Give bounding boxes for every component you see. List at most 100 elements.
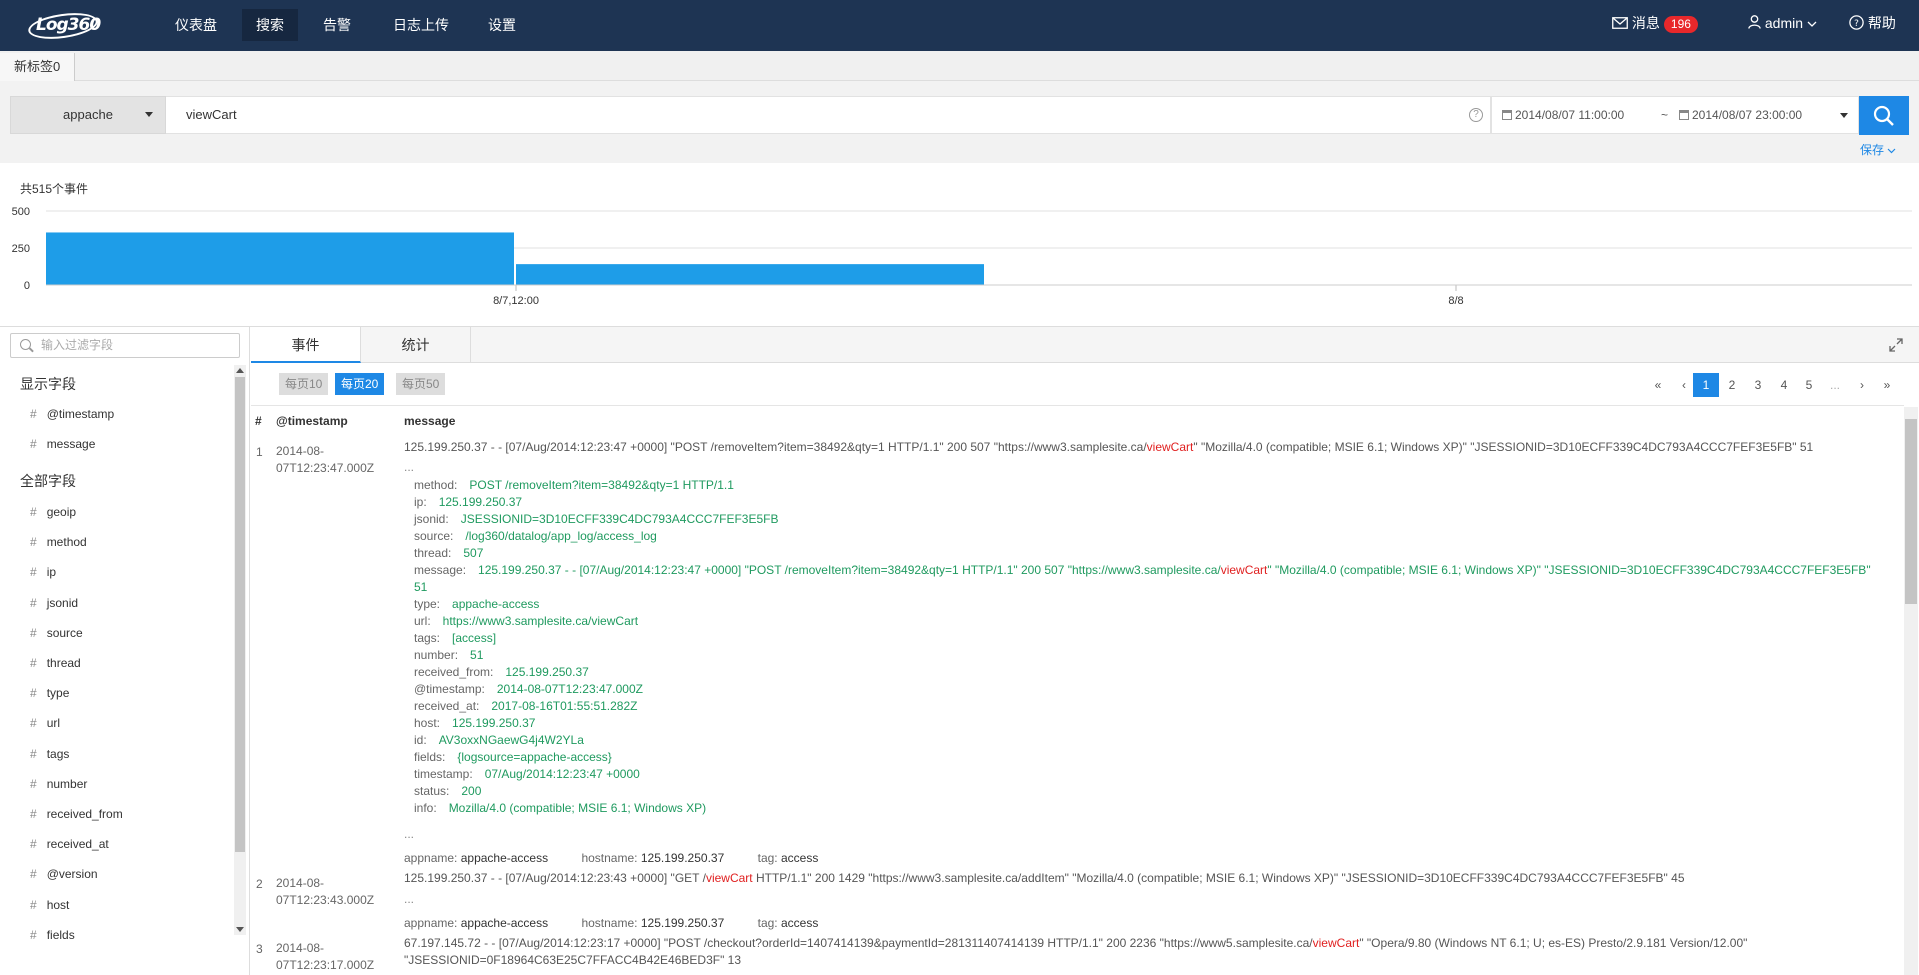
pager-page-1[interactable]: 1 [1693,373,1719,397]
event-histogram: 共515个事件 500 250 0 8/7,12:00 8/8 [0,163,1919,327]
nav-dashboard[interactable]: 仪表盘 [161,9,231,41]
messages-button[interactable]: 消息 196 [1612,0,1698,51]
time-range-picker[interactable]: 2014/08/07 11:00:00 ~ 2014/08/07 23:00:0… [1491,96,1859,134]
field-item-receivedat[interactable]: # received_at [30,837,109,851]
field-item-timestamp[interactable]: # @timestamp [30,407,114,421]
field-item-version[interactable]: # @version [30,867,98,881]
time-to[interactable]: 2014/08/07 23:00:00 [1679,97,1802,133]
fields-scrollbar[interactable] [234,365,246,935]
field-item-geoip[interactable]: # geoip [30,505,76,519]
expand-ellipsis[interactable]: ... [404,460,414,474]
field-item-jsonid[interactable]: # jsonid [30,596,78,610]
pager-next[interactable]: › [1855,373,1869,397]
pager-first[interactable]: « [1651,373,1665,397]
search-button[interactable] [1859,96,1909,135]
row-timestamp: 2014-08-07T12:23:43.000Z [276,876,375,907]
username: admin [1764,15,1804,31]
pager-page-5[interactable]: 5 [1802,373,1816,397]
time-separator: ~ [1661,108,1669,122]
nav-log-upload[interactable]: 日志上传 [379,9,463,41]
pager-page-4[interactable]: 4 [1777,373,1791,397]
field-item-host[interactable]: # host [30,898,69,912]
col-message[interactable]: message [404,406,455,436]
field-item-number[interactable]: # number [30,777,87,791]
caret-down-icon[interactable] [1840,113,1848,118]
nav-search[interactable]: 搜索 [242,9,298,41]
hash-icon: # [30,897,37,912]
search-highlight: viewCart [705,871,753,885]
chevron-down-icon [1887,148,1896,154]
selected-fields-title: 显示字段 [20,376,76,392]
hash-icon: # [30,656,37,670]
nav-alerts[interactable]: 告警 [309,9,365,41]
expand-icon[interactable] [1889,338,1903,352]
search-icon [1873,105,1894,126]
event-field-row: number: 51 [414,648,484,662]
total-events: 共515个事件 [20,182,89,196]
tab-events[interactable]: 事件 [251,327,361,363]
page-size-20[interactable]: 每页20 [335,373,385,395]
time-from[interactable]: 2014/08/07 11:00:00 [1502,97,1624,133]
nav-settings[interactable]: 设置 [474,9,530,41]
event-field-row: status: 200 [414,784,482,798]
user-menu[interactable]: admin [1748,0,1817,51]
help-button[interactable]: ? 帮助 [1849,0,1896,51]
field-item-type[interactable]: # type [30,686,69,700]
field-item-message[interactable]: # message [30,437,95,451]
scrollbar-thumb[interactable] [235,377,245,852]
field-item-thread[interactable]: # thread [30,656,81,670]
fields-panel: 输入过滤字段 显示字段 # @timestamp # message 全部字段 # ge… [0,327,250,975]
app-logo[interactable]: Log360 [26,9,101,43]
page-size-10[interactable]: 每页10 [279,373,329,395]
histogram-bar[interactable] [516,264,984,285]
messages-count-badge: 196 [1663,16,1698,33]
row-timestamp: 2014-08-07T12:23:17.000Z [276,941,375,972]
event-field-row: timestamp: 07/Aug/2014:12:23:47 +0000 [414,767,640,781]
pager-prev[interactable]: ‹ [1677,373,1691,397]
pager-page-3[interactable]: 3 [1751,373,1765,397]
field-item-source[interactable]: # source [30,626,83,640]
pager-last[interactable]: » [1880,373,1894,397]
hash-icon: # [30,776,37,791]
field-item-method[interactable]: # method [30,535,87,549]
hash-icon: # [30,407,37,421]
scrollbar-thumb[interactable] [1905,419,1917,604]
tab-new-0[interactable]: 新标签0 [0,53,76,81]
expand-ellipsis[interactable]: ... [404,892,414,906]
scroll-down-icon[interactable] [236,927,244,932]
help-icon: ? [1849,15,1864,30]
query-help-icon[interactable]: ? [1469,108,1483,122]
scroll-up-icon[interactable] [236,368,244,373]
event-field-row: jsonid: JSESSIONID=3D10ECFF339C4DC793A4CC… [414,512,779,526]
histogram-chart: 500 250 0 8/7,12:00 8/8 [12,206,1912,307]
events-scrollbar[interactable] [1904,407,1918,975]
search-highlight: viewCart [1312,936,1360,950]
hash-icon: # [30,505,37,519]
user-icon [1748,15,1761,29]
pager-page-2[interactable]: 2 [1725,373,1739,397]
tab-stats[interactable]: 统计 [361,327,471,363]
search-input[interactable]: viewCart [166,96,1491,134]
col-timestamp[interactable]: @timestamp [276,406,348,436]
row-timestamp: 2014-08-07T12:23:47.000Z [276,444,375,475]
calendar-icon [1502,110,1512,120]
collapse-ellipsis[interactable]: ... [404,827,414,841]
field-item-url[interactable]: # url [30,716,60,730]
page-size-50[interactable]: 每页50 [396,373,446,395]
save-button[interactable]: 保存 [1860,141,1896,158]
field-item-ip[interactable]: # ip [30,565,56,579]
source-select[interactable]: appache [10,96,166,134]
event-field-row: message: 125.199.250.37 - - [07/Aug/2014:… [414,563,1871,577]
event-field-row: thread: 507 [414,546,484,560]
field-item-fields[interactable]: # fields [30,928,75,942]
field-item-receivedfrom[interactable]: # received_from [30,807,123,821]
chevron-down-icon [1807,21,1817,27]
field-filter-input[interactable]: 输入过滤字段 [10,333,240,358]
hash-icon: # [30,716,37,731]
hash-icon: # [30,686,37,701]
search-bar: appache viewCart ? 2014/08/07 11:00:00 ~… [0,81,1919,163]
histogram-bar[interactable] [46,232,514,285]
events-tabs: 事件 统计 [251,327,1919,363]
hash-icon: # [30,595,37,610]
field-item-tags[interactable]: # tags [30,747,69,761]
